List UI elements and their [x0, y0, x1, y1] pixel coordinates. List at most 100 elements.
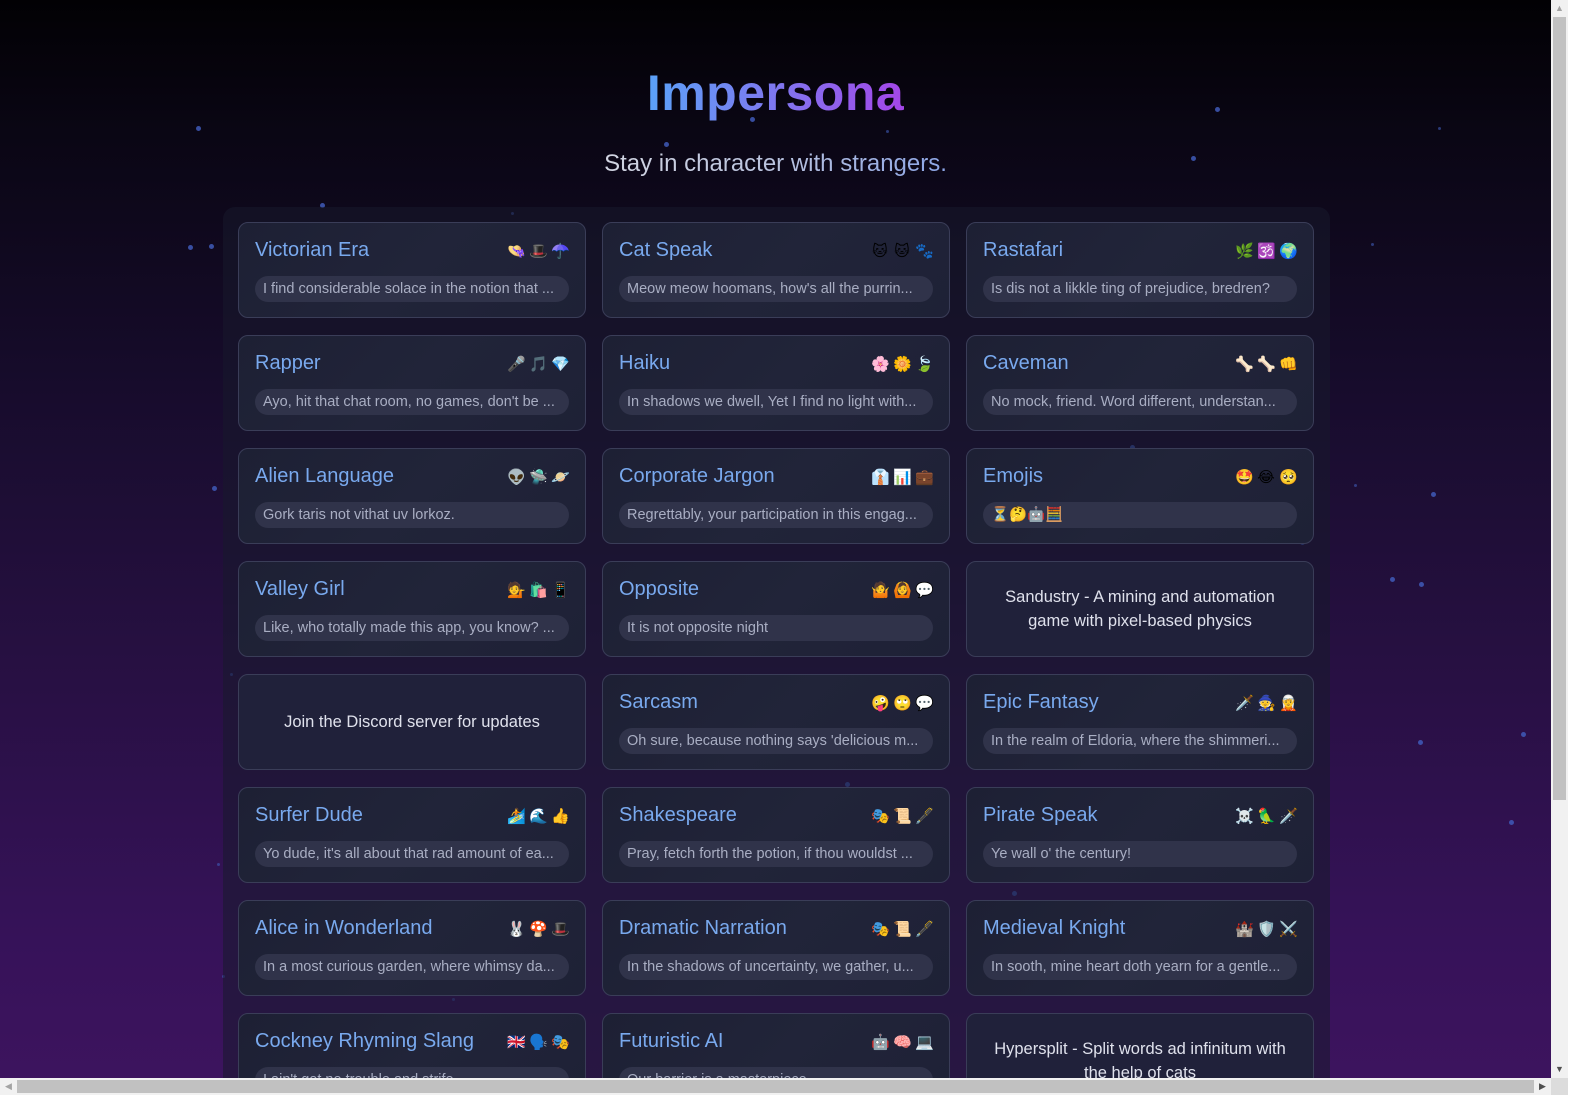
- page-viewport: Impersona Stay in character with strange…: [0, 0, 1551, 1078]
- persona-name: Alice in Wonderland: [255, 917, 433, 939]
- persona-emoji-icons: 🏰 🛡️ ⚔️: [1235, 921, 1298, 939]
- emoji-icon: 🦴: [1257, 356, 1276, 373]
- emoji-icon: 🧠: [893, 1034, 912, 1051]
- persona-card[interactable]: Caveman 🦴 🦴 👊 No mock, friend. Word differen…: [966, 335, 1314, 431]
- persona-sample-message: In the shadows of uncertainty, we gather…: [619, 954, 933, 980]
- persona-card[interactable]: Rapper 🎤 🎵 💎 Ayo, hit that chat room, no gam…: [238, 335, 586, 431]
- star-dot: [1419, 582, 1424, 587]
- emoji-icon: 🌊: [529, 808, 548, 825]
- persona-card[interactable]: Medieval Knight 🏰 🛡️ ⚔️ In sooth, mine heart…: [966, 900, 1314, 996]
- emoji-icon: 🎵: [529, 356, 548, 373]
- persona-card[interactable]: Opposite 🤷 🙆 💬 It is not opposite night: [602, 561, 950, 657]
- persona-card[interactable]: Epic Fantasy 🗡️ 🧙 🧝 In the realm of Eldoria,…: [966, 674, 1314, 770]
- persona-emoji-icons: 🗡️ 🧙 🧝: [1235, 695, 1298, 713]
- emoji-icon: 🦴: [1235, 356, 1254, 373]
- persona-card[interactable]: Surfer Dude 🏄 🌊 👍 Yo dude, it's all about th…: [238, 787, 586, 883]
- window-edge-bottom: [0, 1095, 1584, 1105]
- emoji-icon: 🍄: [529, 921, 548, 938]
- persona-card[interactable]: Alien Language 👽 🛸 🪐 Gork taris not vithat u…: [238, 448, 586, 544]
- persona-card[interactable]: Emojis 🤩 😂 🥺 ⏳🤔🤖🧮: [966, 448, 1314, 544]
- emoji-icon: 💁: [507, 582, 526, 599]
- vertical-scroll-thumb[interactable]: [1553, 17, 1566, 800]
- persona-card[interactable]: Haiku 🌸 🌼 🍃 In shadows we dwell, Yet I find …: [602, 335, 950, 431]
- emoji-icon: 🥺: [1279, 469, 1298, 486]
- persona-card[interactable]: Alice in Wonderland 🐰 🍄 🎩 In a most curious …: [238, 900, 586, 996]
- persona-sample-message: Yo dude, it's all about that rad amount …: [255, 841, 569, 867]
- emoji-icon: 👽: [507, 469, 526, 486]
- persona-name: Dramatic Narration: [619, 917, 787, 939]
- persona-sample-message: Like, who totally made this app, you kno…: [255, 615, 569, 641]
- promo-card[interactable]: Sandustry - A mining and automation game…: [966, 561, 1314, 657]
- persona-name: Victorian Era: [255, 239, 370, 261]
- persona-card[interactable]: Dramatic Narration 🎭 📜 🖋️ In the shadows of …: [602, 900, 950, 996]
- scroll-up-arrow-icon[interactable]: ▲: [1551, 0, 1568, 17]
- emoji-icon: 📱: [551, 582, 570, 599]
- emoji-icon: 🐱: [872, 243, 888, 260]
- persona-name: Alien Language: [255, 465, 395, 487]
- emoji-icon: 🗣️: [529, 1034, 548, 1051]
- persona-name: Cat Speak: [619, 239, 713, 261]
- emoji-icon: 🙄: [893, 695, 912, 712]
- persona-name: Surfer Dude: [255, 804, 363, 826]
- emoji-icon: 🗡️: [1279, 808, 1298, 825]
- emoji-icon: 💬: [915, 582, 934, 599]
- emoji-icon: 📊: [893, 469, 912, 486]
- emoji-icon: 💼: [915, 469, 934, 486]
- persona-name: Futuristic AI: [619, 1030, 724, 1052]
- star-dot: [196, 126, 201, 131]
- emoji-icon: 🏄: [507, 808, 526, 825]
- scroll-right-arrow-icon[interactable]: ▶: [1534, 1078, 1551, 1095]
- persona-emoji-icons: 👔 📊 💼: [871, 469, 934, 487]
- persona-card[interactable]: Shakespeare 🎭 📜 🖋️ Pray, fetch forth the pot…: [602, 787, 950, 883]
- star-dot: [1509, 820, 1514, 825]
- persona-emoji-icons: 🎤 🎵 💎: [507, 356, 570, 374]
- emoji-icon: 🛍️: [529, 582, 548, 599]
- emoji-icon: 😂: [1257, 469, 1275, 486]
- persona-emoji-icons: 🎭 📜 🖋️: [871, 808, 934, 826]
- emoji-icon: 🤪: [871, 695, 890, 712]
- persona-card[interactable]: Pirate Speak ☠️ 🦜 🗡️ Ye wall o' the century!: [966, 787, 1314, 883]
- promo-card[interactable]: Join the Discord server for updates: [238, 674, 586, 770]
- persona-name: Cockney Rhyming Slang: [255, 1030, 474, 1052]
- persona-card[interactable]: Cat Speak 🐱 🐱 🐾 Meow meow hoomans, how's all…: [602, 222, 950, 318]
- star-dot: [1371, 243, 1374, 246]
- persona-sample-message: Our barrier is a masterpiece: [619, 1067, 933, 1078]
- emoji-icon: 🧙: [1257, 695, 1276, 712]
- persona-card[interactable]: Futuristic AI 🤖🧠💻 Our barrier is a masterp…: [602, 1013, 950, 1078]
- emoji-icon: ☂️: [551, 243, 570, 260]
- emoji-icon: 🐰: [507, 921, 526, 938]
- persona-card[interactable]: Victorian Era 👒 🎩 ☂️ I find considerable sol…: [238, 222, 586, 318]
- persona-grid: Victorian Era 👒 🎩 ☂️ I find considerable sol…: [238, 222, 1315, 1078]
- horizontal-scroll-thumb[interactable]: [17, 1080, 1534, 1093]
- vertical-scrollbar[interactable]: ▲ ▼: [1551, 0, 1568, 1078]
- star-dot: [217, 863, 220, 866]
- persona-card[interactable]: Valley Girl 💁 🛍️ 📱 Like, who totally made th…: [238, 561, 586, 657]
- persona-emoji-icons: 🐱 🐱 🐾: [871, 243, 934, 261]
- promo-text: Hypersplit - Split words ad infinitum wi…: [994, 1040, 1286, 1078]
- scroll-down-arrow-icon[interactable]: ▼: [1551, 1061, 1568, 1078]
- persona-sample-message: In a most curious garden, where whimsy d…: [255, 954, 569, 980]
- horizontal-scrollbar[interactable]: ◀ ▶: [0, 1078, 1551, 1095]
- persona-sample-message: Meow meow hoomans, how's all the purrin.…: [619, 276, 933, 302]
- scroll-left-arrow-icon[interactable]: ◀: [0, 1078, 17, 1095]
- emoji-icon: 🌿: [1235, 243, 1254, 260]
- emoji-icon: 🏰: [1235, 921, 1254, 938]
- emoji-icon: 📜: [893, 808, 912, 825]
- persona-name: Medieval Knight: [983, 917, 1126, 939]
- promo-card[interactable]: Hypersplit - Split words ad infinitum wi…: [966, 1013, 1314, 1078]
- emoji-icon: 🇬🇧: [507, 1034, 526, 1051]
- persona-name: Sarcasm: [619, 691, 698, 713]
- app-title: Impersona: [646, 65, 905, 121]
- persona-card[interactable]: Cockney Rhyming Slang 🇬🇧🗣️🎭 I ain't got no…: [238, 1013, 586, 1078]
- emoji-icon: 🌸: [871, 356, 890, 373]
- emoji-icon: 🤩: [1235, 469, 1254, 486]
- persona-sample-message: In shadows we dwell, Yet I find no light…: [619, 389, 933, 415]
- persona-name: Rapper: [255, 352, 321, 374]
- emoji-icon: 🧝: [1279, 695, 1298, 712]
- persona-card[interactable]: Rastafari 🌿 🕉️ 🌍 Is dis not a likkle ting of…: [966, 222, 1314, 318]
- star-dot: [1418, 740, 1423, 745]
- emoji-icon: 🗡️: [1235, 695, 1254, 712]
- persona-card[interactable]: Sarcasm 🤪 🙄 💬 Oh sure, because nothing says …: [602, 674, 950, 770]
- persona-emoji-icons: 🤩 😂 🥺: [1235, 469, 1298, 487]
- persona-card[interactable]: Corporate Jargon 👔 📊 💼 Regrettably, your par…: [602, 448, 950, 544]
